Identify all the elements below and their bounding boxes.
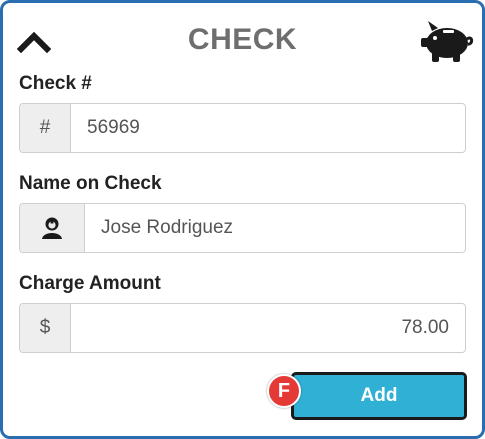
charge-amount-field[interactable]: $ 78.00 <box>19 303 466 353</box>
check-number-field[interactable]: # 56969 <box>19 103 466 153</box>
piggy-bank-icon <box>421 21 474 62</box>
name-on-check-label: Name on Check <box>19 173 162 194</box>
hash-addon: # <box>20 104 71 152</box>
add-button[interactable]: Add <box>291 372 467 420</box>
hotkey-badge: F <box>267 374 301 408</box>
charge-amount-input[interactable]: 78.00 <box>71 304 465 352</box>
dollar-addon: $ <box>20 304 71 352</box>
check-panel: CHECK Check # # 56969 Name on Check Jose… <box>0 0 485 439</box>
name-on-check-input[interactable]: Jose Rodriguez <box>85 204 465 252</box>
name-on-check-field[interactable]: Jose Rodriguez <box>19 203 466 253</box>
user-icon <box>42 217 62 239</box>
user-addon <box>20 204 85 252</box>
panel-header: CHECK <box>3 3 482 69</box>
charge-amount-label: Charge Amount <box>19 273 161 294</box>
check-number-label: Check # <box>19 73 92 94</box>
check-number-input[interactable]: 56969 <box>71 104 465 152</box>
panel-title: CHECK <box>187 23 298 56</box>
